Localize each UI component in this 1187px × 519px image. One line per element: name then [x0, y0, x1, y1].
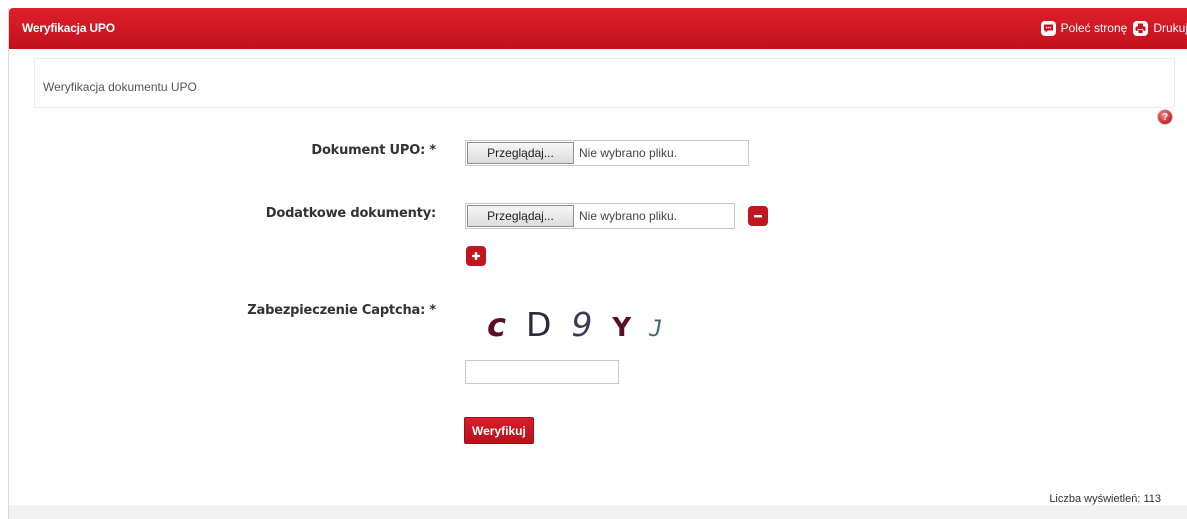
recommend-page-label: Poleć stronę	[1060, 21, 1128, 35]
plus-icon	[472, 252, 480, 260]
recommend-page-link[interactable]: Poleć stronę	[1040, 20, 1128, 36]
captcha-image: c D 9 Y J	[487, 305, 662, 345]
header-actions: Poleć stronę Drukuj	[1040, 19, 1187, 37]
breadcrumb-text: Weryfikacja dokumentu UPO	[43, 80, 197, 94]
upo-file-input[interactable]: Przeglądaj... Nie wybrano pliku.	[465, 140, 749, 166]
captcha-char: 9	[571, 305, 593, 344]
print-label: Drukuj	[1153, 21, 1187, 35]
captcha-input[interactable]	[465, 360, 619, 384]
remove-document-button[interactable]	[748, 206, 768, 226]
captcha-label: Zabezpieczenie Captcha: *	[247, 303, 436, 318]
upo-browse-button[interactable]: Przeglądaj...	[467, 142, 574, 164]
add-document-button[interactable]	[466, 246, 486, 266]
captcha-char: Y	[612, 313, 632, 343]
captcha-char: c	[487, 306, 506, 344]
additional-file-input[interactable]: Przeglądaj... Nie wybrano pliku.	[465, 203, 735, 229]
captcha-char: J	[649, 317, 663, 342]
chat-bubble-icon	[1040, 20, 1056, 36]
footer-strip	[9, 505, 1187, 519]
captcha-char: D	[525, 305, 552, 344]
breadcrumb: Weryfikacja dokumentu UPO	[34, 58, 1175, 108]
additional-file-status: Nie wybrano pliku.	[579, 209, 678, 223]
panel-title: Weryfikacja UPO	[22, 21, 115, 35]
help-icon[interactable]: ?	[1158, 110, 1172, 124]
panel-header: Weryfikacja UPO Poleć stronę Drukuj	[9, 8, 1187, 49]
print-link[interactable]: Drukuj	[1133, 20, 1187, 36]
additional-documents-label: Dodatkowe dokumenty:	[265, 206, 436, 221]
upo-document-label: Dokument UPO: *	[311, 143, 436, 158]
additional-browse-button[interactable]: Przeglądaj...	[467, 205, 574, 227]
printer-icon	[1133, 20, 1149, 36]
view-count: Liczba wyświetleń: 113	[1049, 493, 1161, 505]
minus-icon	[754, 215, 762, 218]
upo-file-status: Nie wybrano pliku.	[579, 146, 678, 160]
verification-panel: Weryfikacja UPO Poleć stronę Drukuj Wery…	[8, 8, 1187, 519]
verify-button[interactable]: Weryfikuj	[464, 417, 534, 444]
